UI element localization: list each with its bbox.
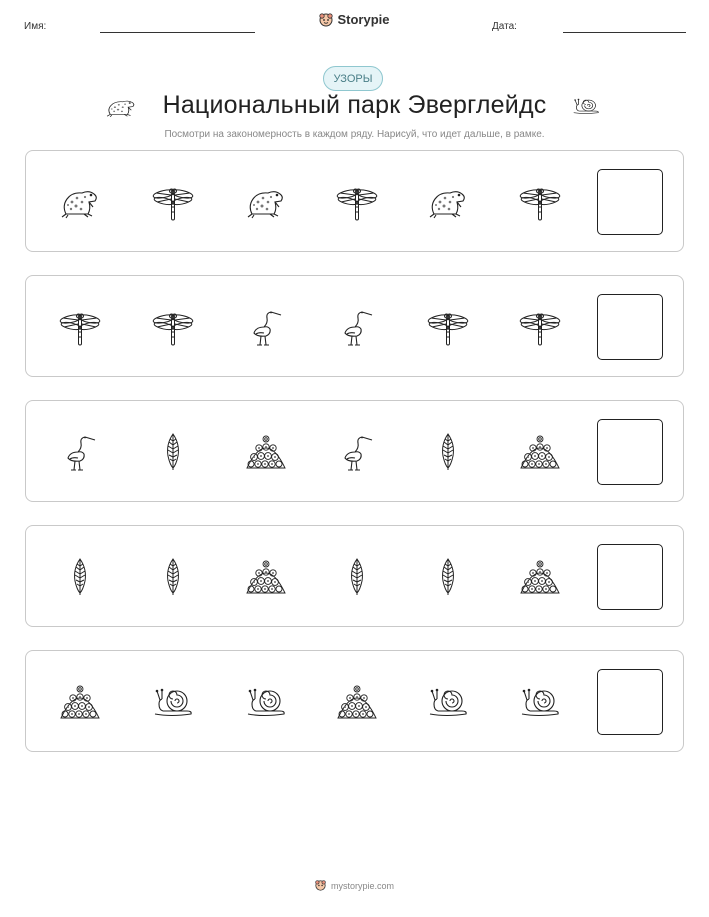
shell-pile-icon <box>518 430 562 474</box>
pattern-row <box>25 150 684 252</box>
dragonfly-icon <box>151 180 195 224</box>
dragonfly-icon <box>518 180 562 224</box>
brand-logo: Storypie <box>0 12 709 27</box>
storypie-mascot-icon <box>315 880 326 891</box>
heron-icon <box>335 305 379 349</box>
dragonfly-icon <box>518 305 562 349</box>
dragonfly-icon <box>58 305 102 349</box>
dragonfly-icon <box>335 180 379 224</box>
pattern-row <box>25 275 684 377</box>
leaf-icon <box>58 555 102 599</box>
frog-icon <box>244 180 288 224</box>
answer-box[interactable] <box>597 294 663 360</box>
heron-icon <box>244 305 288 349</box>
category-tag: УЗОРЫ <box>323 66 383 91</box>
shell-pile-icon <box>518 555 562 599</box>
pattern-row <box>25 650 684 752</box>
storypie-mascot-icon <box>319 12 334 27</box>
shell-pile-icon <box>335 680 379 724</box>
shell-pile-icon <box>244 555 288 599</box>
page-title: Национальный парк Эверглейдс <box>162 91 547 119</box>
frog-icon <box>426 180 470 224</box>
date-field-line[interactable] <box>563 32 686 33</box>
snail-icon <box>151 680 195 724</box>
pattern-row <box>25 525 684 627</box>
answer-box[interactable] <box>597 669 663 735</box>
shell-pile-icon <box>244 430 288 474</box>
snail-icon <box>244 680 288 724</box>
leaf-icon <box>426 430 470 474</box>
heron-icon <box>335 430 379 474</box>
dragonfly-icon <box>151 305 195 349</box>
instructions: Посмотри на закономерность в каждом ряду… <box>164 129 545 140</box>
answer-box[interactable] <box>597 419 663 485</box>
brand-name: Storypie <box>337 12 390 27</box>
shell-pile-icon <box>58 680 102 724</box>
leaf-icon <box>426 555 470 599</box>
answer-box[interactable] <box>597 169 663 235</box>
footer: mystorypie.com <box>0 880 709 891</box>
pattern-row <box>25 400 684 502</box>
snail-icon <box>571 94 601 118</box>
footer-site[interactable]: mystorypie.com <box>331 881 394 891</box>
snail-icon <box>426 680 470 724</box>
name-field-line[interactable] <box>100 32 255 33</box>
frog-icon <box>58 180 102 224</box>
leaf-icon <box>151 430 195 474</box>
answer-box[interactable] <box>597 544 663 610</box>
dragonfly-icon <box>426 305 470 349</box>
snail-icon <box>518 680 562 724</box>
leaf-icon <box>335 555 379 599</box>
date-label: Дата: <box>492 21 517 32</box>
heron-icon <box>58 430 102 474</box>
leaf-icon <box>151 555 195 599</box>
